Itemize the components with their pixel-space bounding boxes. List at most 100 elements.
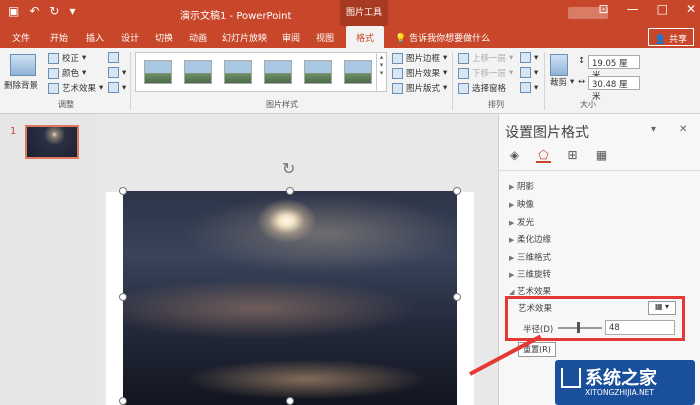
crop-button[interactable]: 裁剪 ▾ xyxy=(550,76,574,88)
resize-handle[interactable] xyxy=(119,187,127,195)
size-properties-icon[interactable]: ⊞ xyxy=(565,148,580,163)
section-3d-format[interactable]: ▶ 三维格式 xyxy=(509,251,551,263)
rotate-icon[interactable]: ▾ xyxy=(520,82,538,93)
undo-icon[interactable]: ↶ xyxy=(29,4,39,18)
send-backward-button[interactable]: 下移一层 ▾ xyxy=(458,67,513,79)
house-icon xyxy=(561,368,581,388)
minimize-button[interactable]: — xyxy=(627,2,639,16)
ribbon-options-icon[interactable]: ⊡ xyxy=(599,2,609,16)
section-soft-edges[interactable]: ▶ 柔化边缘 xyxy=(509,233,551,245)
fill-line-icon[interactable]: ◈ xyxy=(507,148,522,163)
collapse-icon: ◢ xyxy=(509,288,515,296)
close-button[interactable]: ✕ xyxy=(686,2,696,16)
effects-icon xyxy=(392,67,403,79)
crop-icon[interactable] xyxy=(550,54,568,76)
tab-slideshow[interactable]: 幻灯片放映 xyxy=(222,31,267,44)
pane-menu-button[interactable]: ▾ xyxy=(651,124,656,135)
change-picture-icon[interactable]: ▾ xyxy=(108,67,126,78)
tab-file[interactable]: 文件 xyxy=(12,31,30,44)
style-thumb[interactable] xyxy=(344,60,372,84)
arrange-group-label: 排列 xyxy=(488,100,504,109)
pane-tabs: ◈ ⬠ ⊞ ▦ xyxy=(507,148,609,163)
sun-icon xyxy=(48,52,59,64)
style-thumb[interactable] xyxy=(144,60,172,84)
artistic-effects-button[interactable]: 艺术效果 ▾ xyxy=(48,82,103,94)
send-backward-icon xyxy=(458,67,469,79)
correct-button[interactable]: 校正 ▾ xyxy=(48,52,86,64)
selected-picture[interactable] xyxy=(123,191,457,405)
adjust-group-label: 调整 xyxy=(58,100,74,109)
compress-icon[interactable] xyxy=(108,52,119,63)
slide-thumbnails-pane: 1 xyxy=(0,114,98,405)
tab-home[interactable]: 开始 xyxy=(50,31,68,44)
tab-animations[interactable]: 动画 xyxy=(189,31,207,44)
style-thumb[interactable] xyxy=(304,60,332,84)
customize-qat-icon[interactable]: ▾ xyxy=(69,4,75,18)
picture-styles-gallery: ▴ ▾ ▾ xyxy=(135,52,387,92)
effects-pentagon-icon[interactable]: ⬠ xyxy=(536,148,551,163)
tab-design[interactable]: 设计 xyxy=(121,31,139,44)
width-input[interactable]: 30.48 厘米 xyxy=(588,76,640,102)
section-shadow[interactable]: ▶ 阴影 xyxy=(509,180,534,192)
tab-format[interactable]: 格式 xyxy=(346,26,385,48)
bring-forward-button[interactable]: 上移一层 ▾ xyxy=(458,52,513,64)
resize-handle[interactable] xyxy=(119,397,127,405)
expand-icon: ▶ xyxy=(509,219,515,227)
section-glow[interactable]: ▶ 发光 xyxy=(509,216,534,228)
tab-transitions[interactable]: 切换 xyxy=(155,31,173,44)
picture-border-button[interactable]: 图片边框 ▾ xyxy=(392,52,447,64)
selection-pane-button[interactable]: 选择窗格 xyxy=(458,82,506,94)
resize-handle[interactable] xyxy=(453,187,461,195)
expand-icon: ▶ xyxy=(509,254,515,262)
artistic-effect-dropdown[interactable]: ▦ ▾ xyxy=(648,301,676,315)
window-controls: ⊡ — □ ✕ xyxy=(599,2,696,16)
radius-slider-knob[interactable] xyxy=(577,322,580,333)
picture-layout-button[interactable]: 图片版式 ▾ xyxy=(392,82,447,94)
restore-button[interactable]: □ xyxy=(657,2,668,16)
section-reflection[interactable]: ▶ 映像 xyxy=(509,198,534,210)
tab-view[interactable]: 视图 xyxy=(316,31,334,44)
remove-background-button[interactable]: 删除背景 xyxy=(4,79,38,91)
picture-effects-button[interactable]: 图片效果 ▾ xyxy=(392,67,447,79)
divider xyxy=(130,52,131,110)
slide-thumbnail[interactable] xyxy=(25,125,79,159)
tab-review[interactable]: 审阅 xyxy=(282,31,300,44)
radius-slider[interactable] xyxy=(558,327,602,329)
color-button[interactable]: 颜色 ▾ xyxy=(48,67,86,79)
group-icon[interactable]: ▾ xyxy=(520,67,538,78)
palette-icon xyxy=(48,67,59,79)
resize-handle[interactable] xyxy=(286,187,294,195)
expand-icon: ▶ xyxy=(509,236,515,244)
resize-handle[interactable] xyxy=(286,397,294,405)
tab-insert[interactable]: 插入 xyxy=(86,31,104,44)
picture-icon[interactable]: ▦ xyxy=(594,148,609,163)
expand-icon: ▶ xyxy=(509,183,515,191)
pane-close-button[interactable]: ✕ xyxy=(679,124,687,135)
picture-styles-label: 图片样式 xyxy=(266,100,298,109)
bring-forward-icon xyxy=(458,52,469,64)
height-input[interactable]: 19.05 厘米 xyxy=(588,55,640,81)
radius-label: 半径(D) xyxy=(523,325,554,335)
remove-background-icon[interactable] xyxy=(10,54,36,76)
reset-picture-icon[interactable]: ▾ xyxy=(108,82,126,93)
align-icon[interactable]: ▾ xyxy=(520,52,538,63)
resize-handle[interactable] xyxy=(453,293,461,301)
watermark-url: XITONGZHIJIA.NET xyxy=(585,388,654,397)
divider xyxy=(499,170,700,171)
redo-icon[interactable]: ↻ xyxy=(49,4,59,18)
pane-title: 设置图片格式 xyxy=(505,125,589,141)
rotate-handle-icon[interactable]: ↻ xyxy=(282,159,295,178)
style-thumb[interactable] xyxy=(264,60,292,84)
radius-input[interactable]: 48 xyxy=(605,320,675,335)
style-thumb[interactable] xyxy=(224,60,252,84)
style-thumb[interactable] xyxy=(184,60,212,84)
layout-icon xyxy=(392,82,403,94)
height-icon: ↕ xyxy=(578,56,586,66)
selection-pane-icon xyxy=(458,82,469,94)
save-icon[interactable]: ▣ xyxy=(8,4,19,18)
section-3d-rotation[interactable]: ▶ 三维旋转 xyxy=(509,268,551,280)
share-button[interactable]: 👤 共享 xyxy=(647,28,694,46)
tell-me-search[interactable]: 💡 告诉我你想要做什么 xyxy=(395,31,490,44)
resize-handle[interactable] xyxy=(119,293,127,301)
gallery-scroll[interactable]: ▴ ▾ ▾ xyxy=(376,53,386,91)
